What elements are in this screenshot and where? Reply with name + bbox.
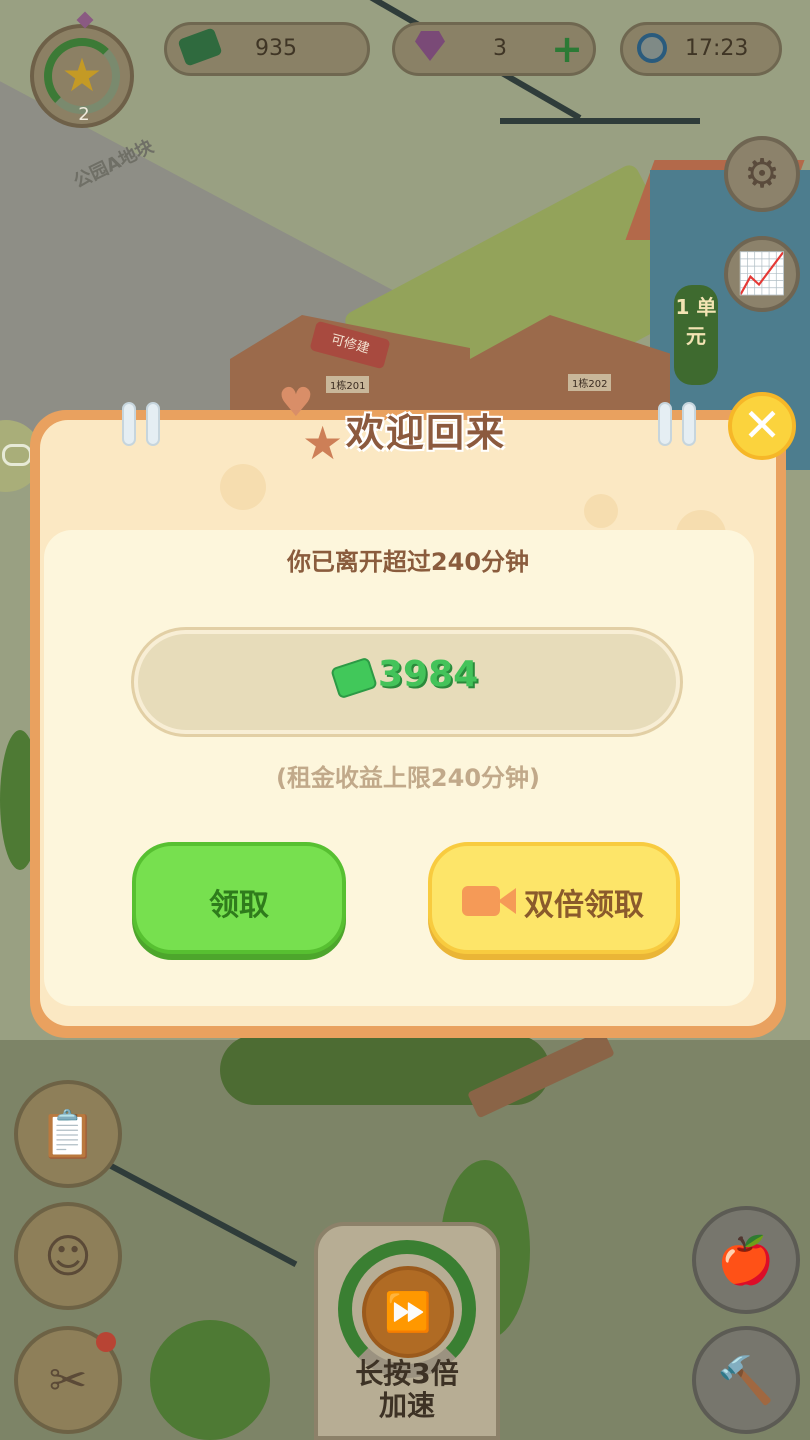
double-claim-button[interactable]: 双倍领取 bbox=[428, 842, 680, 954]
clock-icon bbox=[637, 33, 667, 63]
hammer-icon: 🔨 bbox=[717, 1353, 775, 1407]
fast-forward-icon: ⏩ bbox=[384, 1290, 432, 1334]
video-camera-icon bbox=[462, 886, 500, 916]
notification-dot bbox=[96, 1332, 116, 1352]
tasks-button[interactable]: 📋 bbox=[14, 1080, 122, 1188]
decor-dot bbox=[584, 494, 618, 528]
binder-ring bbox=[122, 402, 136, 446]
settings-button[interactable]: ⚙ bbox=[724, 136, 800, 212]
house-right-label: 1栋202 bbox=[568, 374, 612, 391]
decor-dot bbox=[220, 464, 266, 510]
reward-display: 3984 bbox=[134, 630, 680, 734]
binder-ring bbox=[658, 402, 672, 446]
gem-amount: 3 bbox=[493, 36, 507, 61]
video-camera-lens bbox=[498, 888, 516, 914]
level-number: 2 bbox=[78, 104, 90, 125]
stats-button[interactable]: 📈 bbox=[724, 236, 800, 312]
reward-amount: 3984 bbox=[378, 654, 479, 695]
cash-counter: 935 bbox=[164, 22, 370, 76]
gem-counter: 3 + bbox=[392, 22, 596, 76]
fast-forward-button[interactable]: ⏩ bbox=[362, 1266, 454, 1358]
cash-amount: 935 bbox=[255, 36, 297, 61]
away-message: 你已离开超过240分钟 bbox=[286, 548, 530, 576]
speed-up-label-line1: 长按3倍 bbox=[355, 1357, 459, 1390]
tree bbox=[150, 1320, 270, 1440]
earnings-limit-note: (租金收益上限240分钟) bbox=[275, 764, 541, 792]
dialog-title: 欢迎回来 bbox=[346, 411, 507, 455]
speed-up-label: 长按3倍 加速 bbox=[318, 1358, 496, 1422]
gamepad-icon bbox=[2, 444, 32, 466]
chart-icon: 📈 bbox=[737, 251, 787, 297]
claim-button[interactable]: 领取 bbox=[132, 842, 346, 954]
speed-up-label-line2: 加速 bbox=[378, 1389, 435, 1422]
plus-icon[interactable]: + bbox=[549, 29, 585, 69]
double-claim-button-label: 双倍领取 bbox=[524, 888, 644, 923]
close-icon: ✕ bbox=[742, 398, 782, 452]
fence bbox=[500, 118, 700, 124]
clock-time: 17:23 bbox=[685, 36, 749, 61]
house-left-label: 1栋201 bbox=[326, 376, 370, 393]
star-icon: ★ bbox=[302, 416, 344, 470]
build-button[interactable]: 🔨 bbox=[692, 1326, 800, 1434]
tools-icon: ✂ bbox=[48, 1353, 88, 1407]
cash-icon bbox=[330, 656, 378, 700]
cash-icon bbox=[177, 27, 223, 67]
gear-icon: ⚙ bbox=[744, 151, 780, 197]
character-button[interactable]: ☺ bbox=[14, 1202, 122, 1310]
apple-icon: 🍎 bbox=[717, 1233, 775, 1287]
claim-button-label: 领取 bbox=[209, 888, 269, 923]
face-icon: ☺ bbox=[44, 1229, 92, 1283]
gem-icon bbox=[415, 31, 445, 61]
clipboard-icon: 📋 bbox=[39, 1107, 97, 1161]
speed-up-panel[interactable]: ⏩ 长按3倍 加速 bbox=[314, 1222, 500, 1440]
welcome-back-dialog: ♥ ★ 欢迎回来 ✕ 你已离开超过240分钟 3984 (租金收益上限240分钟… bbox=[30, 380, 796, 1038]
fruit-button[interactable]: 🍎 bbox=[692, 1206, 800, 1314]
binder-ring bbox=[146, 402, 160, 446]
binder-ring bbox=[682, 402, 696, 446]
star-icon: ★ bbox=[61, 48, 103, 102]
close-button[interactable]: ✕ bbox=[728, 392, 796, 460]
clock-display: 17:23 bbox=[620, 22, 782, 76]
unit-sign: 1 单元 bbox=[674, 285, 718, 385]
